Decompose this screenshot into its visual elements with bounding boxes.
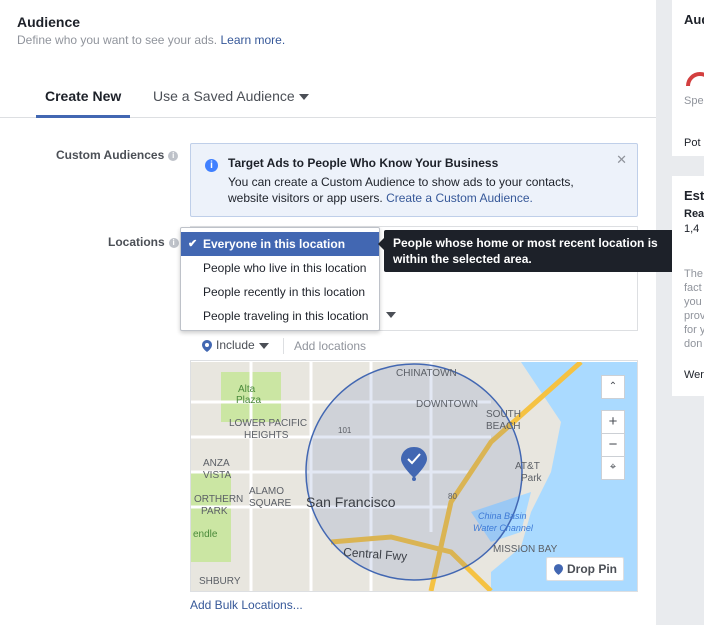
were-link[interactable]: Were bbox=[684, 369, 704, 381]
add-locations-input[interactable]: Add locations bbox=[294, 339, 366, 353]
info-line: prov bbox=[684, 310, 704, 322]
option-everyone[interactable]: ✔ Everyone in this location bbox=[181, 232, 379, 256]
map-label: SHBURY bbox=[199, 576, 241, 587]
map-label: SOUTH bbox=[486, 409, 521, 420]
map-label: HEIGHTS bbox=[244, 430, 289, 441]
close-icon[interactable]: ✕ bbox=[616, 152, 627, 168]
option-label: Everyone in this location bbox=[203, 237, 346, 251]
locations-label: Locations i bbox=[108, 235, 179, 249]
map-label: San Francisco bbox=[306, 494, 396, 510]
create-custom-audience-link[interactable]: Create a Custom Audience. bbox=[386, 191, 533, 205]
zoom-in-button[interactable]: + bbox=[601, 410, 625, 434]
map-label: LOWER PACIFIC bbox=[229, 418, 307, 429]
map-label: China Basin bbox=[478, 511, 527, 521]
map-label: ORTHERN bbox=[194, 494, 243, 505]
audience-size-card: Aud Spe Pot bbox=[672, 0, 704, 156]
map-label: DOWNTOWN bbox=[416, 399, 478, 410]
info-circle-icon: i bbox=[205, 159, 218, 172]
estimated-title: Est bbox=[684, 188, 704, 203]
map-label: Alta bbox=[238, 384, 256, 395]
check-icon: ✔ bbox=[188, 238, 198, 250]
map-label: MISSION BAY bbox=[493, 544, 558, 555]
divider bbox=[283, 338, 284, 354]
tab-saved-audience-label: Use a Saved Audience bbox=[153, 88, 295, 104]
option-live[interactable]: People who live in this location bbox=[181, 256, 379, 280]
map-label: SQUARE bbox=[249, 498, 292, 509]
estimated-results-card: Est Rea 1,4 The fact you prov for y don … bbox=[672, 176, 704, 396]
compass-icon[interactable]: ⌃ bbox=[601, 375, 625, 399]
add-bulk-locations-link[interactable]: Add Bulk Locations... bbox=[190, 598, 303, 612]
map-label: CHINATOWN bbox=[396, 368, 457, 379]
audience-gauge bbox=[686, 72, 704, 87]
subtitle-text: Define who you want to see your ads. bbox=[17, 33, 218, 47]
tab-create-new[interactable]: Create New bbox=[36, 88, 131, 118]
info-line: fact bbox=[684, 282, 702, 294]
location-pin-icon bbox=[554, 564, 563, 575]
tab-saved-audience[interactable]: Use a Saved Audience bbox=[153, 88, 309, 104]
map-label: ANZA bbox=[203, 458, 230, 469]
map-label: Plaza bbox=[236, 395, 261, 406]
custom-audiences-label-text: Custom Audiences bbox=[56, 148, 165, 162]
chevron-down-icon bbox=[298, 94, 309, 101]
map-label: VISTA bbox=[203, 470, 231, 481]
include-bar: Include Add locations bbox=[190, 330, 638, 361]
map-label: endle bbox=[193, 529, 218, 540]
reach-label: Rea bbox=[684, 208, 704, 220]
info-line: The bbox=[684, 268, 703, 280]
audience-size-title: Aud bbox=[684, 12, 704, 27]
section-subtitle: Define who you want to see your ads. Lea… bbox=[17, 33, 285, 47]
include-dropdown[interactable]: Include bbox=[202, 338, 269, 352]
map-label: Park bbox=[521, 473, 543, 484]
custom-audience-info-box: i Target Ads to People Who Know Your Bus… bbox=[190, 143, 638, 217]
chevron-down-icon bbox=[258, 342, 269, 349]
info-box-title: Target Ads to People Who Know Your Busin… bbox=[228, 156, 499, 170]
map-label: ALAMO bbox=[249, 486, 284, 497]
section-title: Audience bbox=[17, 14, 81, 30]
map-label: Water Channel bbox=[473, 523, 534, 533]
potential-reach-label: Pot bbox=[684, 137, 701, 149]
option-traveling[interactable]: People traveling in this location bbox=[181, 304, 379, 328]
info-line: for y bbox=[684, 324, 704, 336]
map-label: PARK bbox=[201, 506, 228, 517]
specific-label: Spe bbox=[684, 95, 704, 107]
learn-more-link[interactable]: Learn more. bbox=[220, 33, 285, 47]
chevron-down-icon[interactable] bbox=[386, 312, 396, 318]
location-type-dropdown: ✔ Everyone in this location People who li… bbox=[180, 227, 380, 331]
custom-audiences-label: Custom Audiences i bbox=[56, 148, 179, 162]
audience-tabs: Create New Use a Saved Audience bbox=[0, 74, 656, 118]
drop-pin-button[interactable]: Drop Pin bbox=[546, 557, 624, 581]
recenter-icon[interactable]: ⌖ bbox=[601, 456, 625, 480]
drop-pin-label: Drop Pin bbox=[567, 562, 617, 576]
include-label: Include bbox=[216, 338, 255, 352]
option-recently[interactable]: People recently in this location bbox=[181, 280, 379, 304]
locations-label-text: Locations bbox=[108, 235, 165, 249]
zoom-out-button[interactable]: − bbox=[601, 433, 625, 457]
info-line: you bbox=[684, 296, 702, 308]
reach-value: 1,4 bbox=[684, 223, 700, 235]
info-icon[interactable]: i bbox=[168, 237, 179, 248]
map-label: 101 bbox=[338, 426, 352, 435]
info-box-body: You can create a Custom Audience to show… bbox=[228, 174, 588, 206]
map-label: 80 bbox=[448, 492, 457, 501]
info-icon[interactable]: i bbox=[168, 150, 179, 161]
map-label: BEACH bbox=[486, 421, 520, 432]
option-tooltip: People whose home or most recent locatio… bbox=[384, 230, 704, 272]
map-label: AT&T bbox=[515, 461, 540, 472]
info-line: don bbox=[684, 338, 703, 350]
location-pin-icon bbox=[202, 339, 212, 352]
